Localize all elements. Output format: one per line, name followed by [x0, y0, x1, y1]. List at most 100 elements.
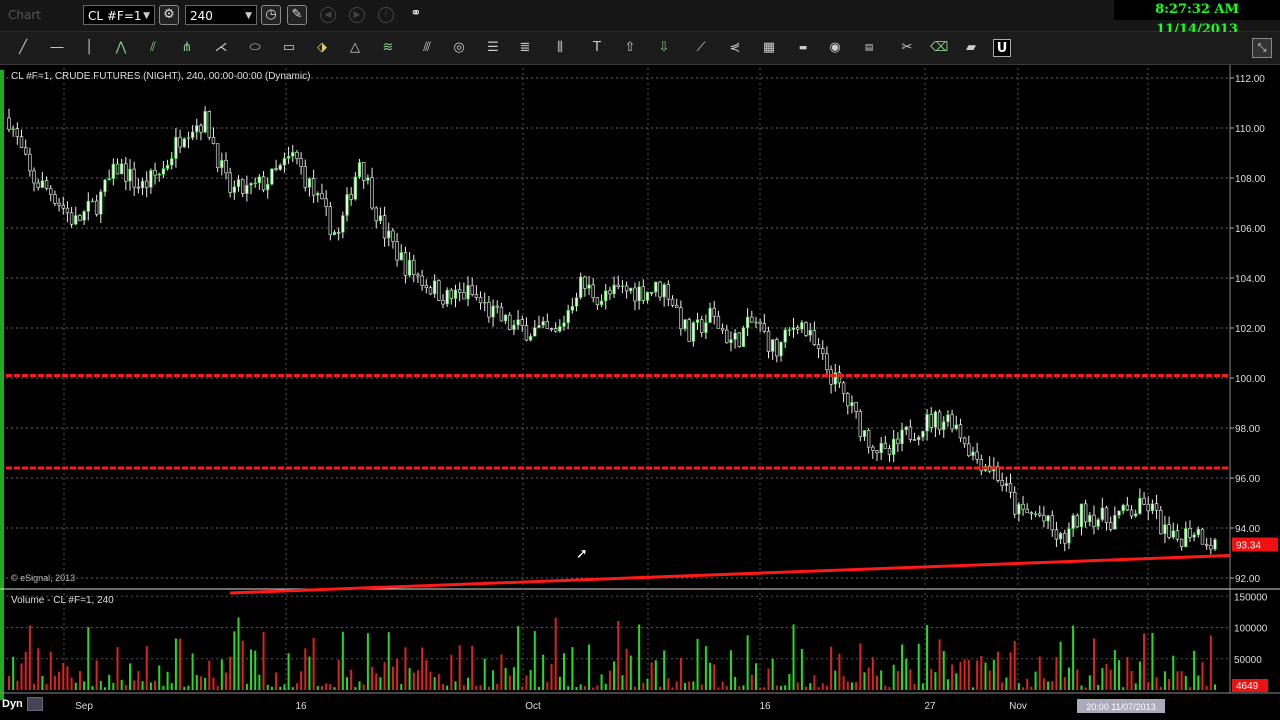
candle-body: [220, 160, 224, 169]
candle-body: [1038, 513, 1042, 516]
candle-body: [149, 170, 153, 188]
candle-body: [1100, 507, 1105, 520]
pencil-icon[interactable]: ✎: [287, 5, 307, 25]
candle-body: [249, 183, 253, 186]
dynamic-button[interactable]: Dyn: [2, 697, 43, 711]
candle-body: [1075, 515, 1079, 528]
candle-body: [645, 291, 650, 301]
candle-body: [858, 411, 862, 438]
back-icon[interactable]: ◀: [320, 7, 336, 23]
gann-fan-tool-icon[interactable]: ⋞: [726, 39, 744, 57]
delete-tool-icon[interactable]: ✂: [898, 39, 916, 57]
candle-body: [512, 324, 516, 330]
candle-body: [954, 424, 958, 430]
candle-body: [1025, 508, 1029, 514]
candle-body: [324, 198, 328, 207]
candle-body: [303, 166, 307, 188]
link-icon[interactable]: ⚭: [406, 5, 426, 25]
candle-body: [566, 310, 570, 323]
candle-body: [99, 191, 103, 215]
clock-icon[interactable]: ◷: [261, 5, 281, 25]
note-tool-icon[interactable]: ▰: [962, 39, 980, 57]
interval-select[interactable]: 240 ▼: [185, 5, 257, 25]
price-tick-label: 98.00: [1235, 424, 1260, 435]
candle-body: [320, 192, 324, 200]
triangle-tool-icon[interactable]: △: [346, 39, 364, 57]
candle-body: [570, 305, 575, 311]
candle-body: [307, 178, 312, 188]
candle-body: [1079, 503, 1084, 528]
arrow-down-tool-icon[interactable]: ⇩: [655, 39, 673, 57]
candle-body: [1163, 524, 1167, 535]
candle-body: [357, 162, 362, 178]
expand-icon[interactable]: ⤡: [1252, 38, 1272, 58]
zigzag-tool-icon[interactable]: ⋀: [112, 39, 130, 57]
channel-tool-icon[interactable]: ⫽: [144, 39, 162, 57]
eraser-tool-icon[interactable]: ⌫: [930, 39, 948, 57]
alert-icon[interactable]: !: [378, 7, 394, 23]
candle-body: [36, 182, 40, 188]
line-tool-icon[interactable]: ╱: [14, 39, 32, 57]
fibonacci-tool-icon[interactable]: ☰: [484, 39, 502, 57]
candle-body: [921, 430, 925, 438]
highlighter-tool-icon[interactable]: ⬗: [313, 39, 331, 57]
candle-body: [103, 179, 107, 193]
cycles-tool-icon[interactable]: ◎: [450, 39, 468, 57]
price-chart[interactable]: 112.00 110.00 108.00 106.00 104.00 102.00 100.…: [0, 65, 1280, 720]
candle-body: [278, 164, 282, 170]
candle-body: [1154, 503, 1159, 511]
candle-body: [395, 241, 399, 261]
text-tool-icon[interactable]: T: [588, 39, 606, 57]
candle-body: [7, 117, 11, 130]
candle-body: [1175, 530, 1180, 540]
horizontal-line-tool-icon[interactable]: ―: [48, 39, 66, 57]
candle-body: [649, 291, 654, 294]
play-icon[interactable]: ▶: [349, 7, 365, 23]
drawing-toolbar: ╱ ― │ ⋀ ⫽ ⋔ ⋌ ⬭ ▭ ⬗ △ ≋ ⫻ ◎ ☰ ≣ ⫼ T ⇧ ⇩ …: [0, 32, 1280, 65]
candle-body: [362, 162, 366, 181]
candle-body: [382, 215, 387, 239]
candle-body: [1063, 533, 1067, 544]
candle-body: [40, 180, 45, 188]
eye-tool-icon[interactable]: ◉: [826, 39, 844, 57]
candle-body: [958, 424, 963, 439]
volume-tick-label: 150000: [1234, 592, 1268, 603]
symbol-select[interactable]: CL #F=1 ▼: [83, 5, 155, 25]
price-tick-label: 100.00: [1235, 374, 1266, 385]
candle-body: [407, 259, 412, 276]
candle-body: [887, 448, 892, 455]
candle-body: [190, 131, 195, 138]
regression-tool-icon[interactable]: ≋: [379, 39, 397, 57]
candle-body: [1179, 538, 1184, 548]
candle-body: [1004, 483, 1009, 486]
candle-body: [132, 168, 136, 188]
candle-body: [553, 328, 558, 332]
ellipse-tool-icon[interactable]: ⬭: [246, 39, 264, 57]
trend-tool-icon[interactable]: ⟋: [692, 39, 710, 57]
vertical-line-tool-icon[interactable]: │: [80, 39, 98, 57]
mob-tool-icon[interactable]: ▬: [794, 39, 812, 57]
grid-tool-icon[interactable]: ▦: [760, 39, 778, 57]
rectangle-tool-icon[interactable]: ▭: [280, 39, 298, 57]
candle-body: [616, 284, 620, 288]
parallel-tool-icon[interactable]: ⫻: [418, 39, 436, 57]
fan-tool-icon[interactable]: ⋌: [212, 39, 230, 57]
fib-tool-icon[interactable]: ▤: [860, 39, 878, 57]
candle-body: [437, 280, 441, 301]
candle-body: [1125, 504, 1130, 511]
candle-body: [1113, 514, 1117, 530]
candle-body: [541, 321, 545, 326]
arrow-up-tool-icon[interactable]: ⇧: [621, 39, 639, 57]
candle-body: [520, 319, 524, 326]
candle-body: [524, 325, 529, 341]
candle-body: [900, 429, 904, 445]
candle-body: [599, 300, 604, 306]
pitchfork-tool-icon[interactable]: ⋔: [178, 39, 196, 57]
candle-body: [503, 314, 508, 322]
candle-body: [1138, 497, 1142, 514]
magnet-tool-icon[interactable]: U: [993, 39, 1011, 57]
retracement-tool-icon[interactable]: ≣: [516, 39, 534, 57]
time-zones-tool-icon[interactable]: ⫼: [551, 39, 569, 57]
candle-body: [562, 322, 566, 327]
settings-icon[interactable]: ⚙: [159, 5, 179, 25]
